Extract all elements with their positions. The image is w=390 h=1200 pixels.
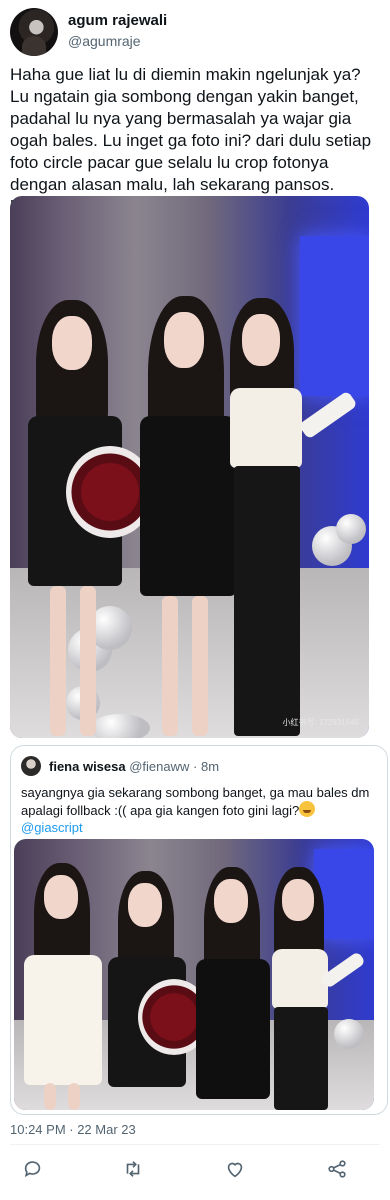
quote-separator: · xyxy=(193,759,198,774)
quote-body: sayangnya gia sekarang sombong banget, g… xyxy=(21,785,370,818)
author-handle[interactable]: @agumraje xyxy=(68,33,141,49)
tweet-body: Haha gue liat lu di diemin makin ngelunj… xyxy=(10,65,372,216)
quote-avatar[interactable] xyxy=(21,756,41,776)
tweet-header: agum rajewali @agumraje xyxy=(10,8,380,58)
tweet-timestamp[interactable]: 10:24 PM · 22 Mar 23 xyxy=(10,1122,136,1137)
divider xyxy=(10,1144,380,1145)
quote-photo[interactable] xyxy=(14,839,374,1110)
share-icon[interactable] xyxy=(326,1158,348,1180)
quote-author-name[interactable]: fiena wisesa xyxy=(49,759,126,774)
quote-author-handle[interactable]: @fienaww xyxy=(129,759,189,774)
tweet-photo[interactable]: 小红书号: 172931645 xyxy=(10,196,369,738)
quote-meta: fiena wisesa @fienaww · 8m xyxy=(49,759,219,774)
quoted-tweet[interactable]: fiena wisesa @fienaww · 8m sayangnya gia… xyxy=(10,745,388,1115)
pleading-face-emoji xyxy=(299,801,316,817)
avatar[interactable] xyxy=(10,8,58,56)
heart-icon[interactable] xyxy=(224,1158,246,1180)
comment-icon[interactable] xyxy=(22,1158,44,1180)
retweet-icon[interactable] xyxy=(122,1158,144,1180)
quote-text: sayangnya gia sekarang sombong banget, g… xyxy=(21,784,379,836)
quote-mention-link[interactable]: @giascript xyxy=(21,820,83,835)
quote-time: 8m xyxy=(201,759,220,774)
photo-watermark: 小红书号: 172931645 xyxy=(282,718,360,727)
author-name[interactable]: agum rajewali xyxy=(68,12,167,29)
tweet-text: Haha gue liat lu di diemin makin ngelunj… xyxy=(10,64,380,218)
photo-person xyxy=(20,863,106,1110)
photo-person xyxy=(264,867,366,1110)
action-bar xyxy=(22,1158,362,1182)
photo-person xyxy=(220,296,360,736)
